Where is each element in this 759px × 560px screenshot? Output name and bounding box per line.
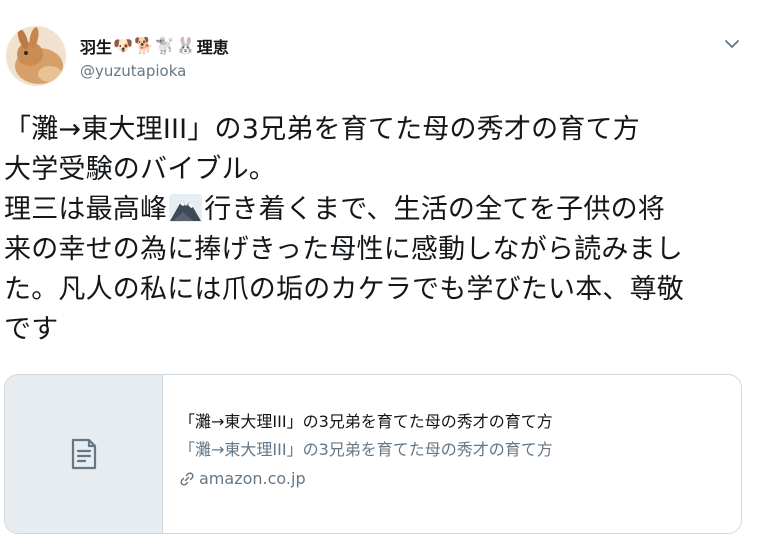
rabbit-face-emoji: 🐰 (175, 36, 196, 55)
tweet-line: 大学受験のバイブル。 (4, 154, 276, 185)
dog-emoji: 🐕 (133, 36, 154, 55)
tweet-line: た。凡人の私には爪の垢のカケラでも学びたい本、尊敬 (4, 274, 684, 305)
card-domain-text: amazon.co.jp (199, 469, 306, 488)
document-icon (71, 438, 97, 470)
tweet-line: 理三は最高峰 行き着くまで、生活の全てを子供の将 (4, 190, 749, 230)
display-name[interactable]: 羽生 🐶 🐕 🐩 🐰 理恵 (80, 34, 229, 58)
mountain-icon (169, 194, 203, 222)
tweet-line-part: 理三は最高峰 (4, 194, 168, 225)
link-card[interactable]: 「灘→東大理III」の3兄弟を育てた母の秀才の育て方 「灘→東大理III」の3兄… (4, 374, 742, 534)
dog-face-emoji: 🐶 (113, 36, 133, 55)
chevron-down-icon[interactable] (722, 34, 742, 54)
poodle-emoji: 🐩 (154, 36, 175, 55)
tweet-line-part: 行き着くまで、生活の全てを子供の将 (204, 194, 665, 225)
card-body: 「灘→東大理III」の3兄弟を育てた母の秀才の育て方 「灘→東大理III」の3兄… (179, 411, 719, 490)
card-domain: amazon.co.jp (179, 468, 719, 490)
card-thumbnail (5, 375, 163, 533)
link-icon (180, 472, 194, 486)
tweet-line: です (4, 314, 59, 345)
card-description: 「灘→東大理III」の3兄弟を育てた母の秀才の育て方 (179, 440, 553, 459)
tweet: 羽生 🐶 🐕 🐩 🐰 理恵 @yuzutapioka 「灘→東大理III」の3兄… (0, 0, 759, 560)
avatar[interactable] (6, 26, 66, 86)
display-name-prefix: 羽生 (80, 38, 113, 57)
card-title: 「灘→東大理III」の3兄弟を育てた母の秀才の育て方 (179, 412, 553, 431)
tweet-line: 来の幸せの為に捧げきった母性に感動しながら読みまし (4, 234, 683, 265)
user-handle[interactable]: @yuzutapioka (80, 62, 186, 80)
tweet-line: 「灘→東大理III」の3兄弟を育てた母の秀才の育て方 (4, 114, 640, 145)
avatar-image (6, 26, 66, 86)
tweet-text: 「灘→東大理III」の3兄弟を育てた母の秀才の育て方 大学受験のバイブル。 理三… (4, 110, 749, 350)
display-name-suffix: 理恵 (196, 38, 229, 57)
